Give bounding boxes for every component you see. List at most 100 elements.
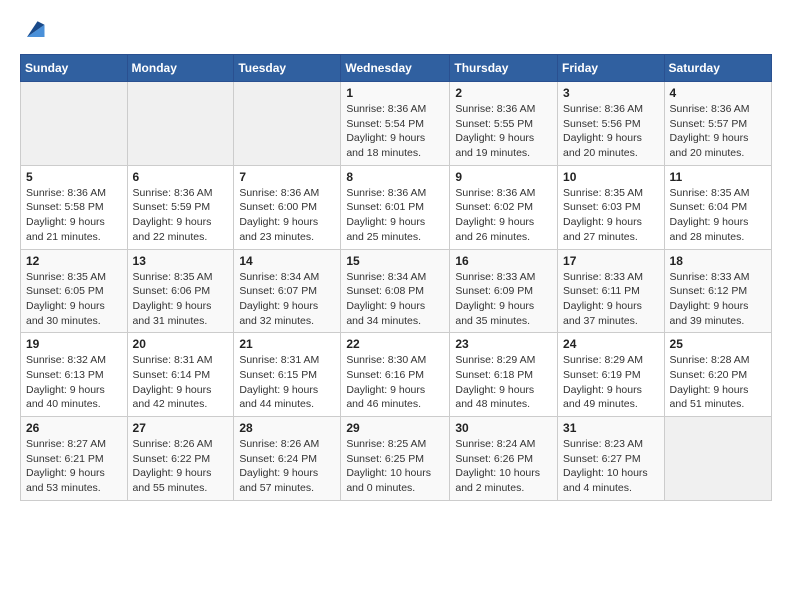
day-cell: 29Sunrise: 8:25 AM Sunset: 6:25 PM Dayli… bbox=[341, 417, 450, 501]
day-info: Sunrise: 8:35 AM Sunset: 6:03 PM Dayligh… bbox=[563, 186, 659, 245]
day-number: 4 bbox=[670, 86, 766, 100]
day-cell: 1 Sunrise: 8:36 AM Sunset: 5:54 PM Daylig… bbox=[341, 82, 450, 166]
day-cell: 27Sunrise: 8:26 AM Sunset: 6:22 PM Dayli… bbox=[127, 417, 234, 501]
day-cell: 6 Sunrise: 8:36 AM Sunset: 5:59 PM Daylig… bbox=[127, 165, 234, 249]
week-row-3: 19 Sunrise: 8:32 AM Sunset: 6:13 PM Dayli… bbox=[21, 333, 772, 417]
day-info: Sunrise: 8:35 AM Sunset: 6:04 PM Dayligh… bbox=[670, 186, 766, 245]
header-thursday: Thursday bbox=[450, 55, 558, 82]
day-info: Sunrise: 8:36 AM Sunset: 5:55 PM Dayligh… bbox=[455, 102, 552, 161]
page: SundayMondayTuesdayWednesdayThursdayFrid… bbox=[0, 0, 792, 517]
day-info: Sunrise: 8:36 AM Sunset: 5:54 PM Dayligh… bbox=[346, 102, 444, 161]
day-cell: 20 Sunrise: 8:31 AM Sunset: 6:14 PM Dayli… bbox=[127, 333, 234, 417]
day-cell: 3Sunrise: 8:36 AM Sunset: 5:56 PM Daylig… bbox=[558, 82, 665, 166]
day-number: 6 bbox=[133, 170, 229, 184]
week-row-2: 12 Sunrise: 8:35 AM Sunset: 6:05 PM Dayli… bbox=[21, 249, 772, 333]
day-number: 15 bbox=[346, 254, 444, 268]
day-info: Sunrise: 8:33 AM Sunset: 6:12 PM Dayligh… bbox=[670, 270, 766, 329]
day-number: 13 bbox=[133, 254, 229, 268]
day-number: 12 bbox=[26, 254, 122, 268]
day-number: 17 bbox=[563, 254, 659, 268]
day-cell: 22Sunrise: 8:30 AM Sunset: 6:16 PM Dayli… bbox=[341, 333, 450, 417]
day-number: 18 bbox=[670, 254, 766, 268]
day-info: Sunrise: 8:36 AM Sunset: 6:02 PM Dayligh… bbox=[455, 186, 552, 245]
day-cell bbox=[664, 417, 771, 501]
day-info: Sunrise: 8:32 AM Sunset: 6:13 PM Dayligh… bbox=[26, 353, 122, 412]
day-info: Sunrise: 8:35 AM Sunset: 6:06 PM Dayligh… bbox=[133, 270, 229, 329]
day-info: Sunrise: 8:29 AM Sunset: 6:19 PM Dayligh… bbox=[563, 353, 659, 412]
day-info: Sunrise: 8:36 AM Sunset: 5:58 PM Dayligh… bbox=[26, 186, 122, 245]
day-info: Sunrise: 8:27 AM Sunset: 6:21 PM Dayligh… bbox=[26, 437, 122, 496]
day-cell: 9 Sunrise: 8:36 AM Sunset: 6:02 PM Daylig… bbox=[450, 165, 558, 249]
day-number: 14 bbox=[239, 254, 335, 268]
day-info: Sunrise: 8:23 AM Sunset: 6:27 PM Dayligh… bbox=[563, 437, 659, 496]
day-info: Sunrise: 8:35 AM Sunset: 6:05 PM Dayligh… bbox=[26, 270, 122, 329]
day-info: Sunrise: 8:29 AM Sunset: 6:18 PM Dayligh… bbox=[455, 353, 552, 412]
day-cell: 5 Sunrise: 8:36 AM Sunset: 5:58 PM Daylig… bbox=[21, 165, 128, 249]
header-friday: Friday bbox=[558, 55, 665, 82]
day-number: 19 bbox=[26, 337, 122, 351]
day-cell: 14Sunrise: 8:34 AM Sunset: 6:07 PM Dayli… bbox=[234, 249, 341, 333]
day-number: 11 bbox=[670, 170, 766, 184]
header-row: SundayMondayTuesdayWednesdayThursdayFrid… bbox=[21, 55, 772, 82]
day-cell: 15 Sunrise: 8:34 AM Sunset: 6:08 PM Dayli… bbox=[341, 249, 450, 333]
header-wednesday: Wednesday bbox=[341, 55, 450, 82]
day-cell: 4 Sunrise: 8:36 AM Sunset: 5:57 PM Daylig… bbox=[664, 82, 771, 166]
day-cell: 25 Sunrise: 8:28 AM Sunset: 6:20 PM Dayli… bbox=[664, 333, 771, 417]
day-cell: 19 Sunrise: 8:32 AM Sunset: 6:13 PM Dayli… bbox=[21, 333, 128, 417]
header-saturday: Saturday bbox=[664, 55, 771, 82]
day-info: Sunrise: 8:36 AM Sunset: 6:01 PM Dayligh… bbox=[346, 186, 444, 245]
day-number: 7 bbox=[239, 170, 335, 184]
day-info: Sunrise: 8:25 AM Sunset: 6:25 PM Dayligh… bbox=[346, 437, 444, 496]
day-number: 31 bbox=[563, 421, 659, 435]
day-cell: 10 Sunrise: 8:35 AM Sunset: 6:03 PM Dayli… bbox=[558, 165, 665, 249]
header bbox=[20, 16, 772, 44]
day-number: 1 bbox=[346, 86, 444, 100]
day-cell: 23Sunrise: 8:29 AM Sunset: 6:18 PM Dayli… bbox=[450, 333, 558, 417]
header-monday: Monday bbox=[127, 55, 234, 82]
day-cell: 11 Sunrise: 8:35 AM Sunset: 6:04 PM Dayli… bbox=[664, 165, 771, 249]
day-cell: 24 Sunrise: 8:29 AM Sunset: 6:19 PM Dayli… bbox=[558, 333, 665, 417]
day-info: Sunrise: 8:31 AM Sunset: 6:15 PM Dayligh… bbox=[239, 353, 335, 412]
day-number: 27 bbox=[133, 421, 229, 435]
day-info: Sunrise: 8:36 AM Sunset: 5:57 PM Dayligh… bbox=[670, 102, 766, 161]
day-info: Sunrise: 8:31 AM Sunset: 6:14 PM Dayligh… bbox=[133, 353, 229, 412]
day-number: 24 bbox=[563, 337, 659, 351]
week-row-4: 26 Sunrise: 8:27 AM Sunset: 6:21 PM Dayli… bbox=[21, 417, 772, 501]
day-number: 2 bbox=[455, 86, 552, 100]
day-number: 20 bbox=[133, 337, 229, 351]
day-cell bbox=[21, 82, 128, 166]
header-sunday: Sunday bbox=[21, 55, 128, 82]
day-number: 10 bbox=[563, 170, 659, 184]
day-cell: 16Sunrise: 8:33 AM Sunset: 6:09 PM Dayli… bbox=[450, 249, 558, 333]
day-info: Sunrise: 8:34 AM Sunset: 6:08 PM Dayligh… bbox=[346, 270, 444, 329]
day-cell: 13 Sunrise: 8:35 AM Sunset: 6:06 PM Dayli… bbox=[127, 249, 234, 333]
day-info: Sunrise: 8:33 AM Sunset: 6:11 PM Dayligh… bbox=[563, 270, 659, 329]
day-number: 30 bbox=[455, 421, 552, 435]
day-number: 21 bbox=[239, 337, 335, 351]
day-info: Sunrise: 8:36 AM Sunset: 5:59 PM Dayligh… bbox=[133, 186, 229, 245]
day-cell bbox=[234, 82, 341, 166]
day-cell: 2 Sunrise: 8:36 AM Sunset: 5:55 PM Daylig… bbox=[450, 82, 558, 166]
logo bbox=[20, 16, 52, 44]
week-row-0: 1 Sunrise: 8:36 AM Sunset: 5:54 PM Daylig… bbox=[21, 82, 772, 166]
day-info: Sunrise: 8:24 AM Sunset: 6:26 PM Dayligh… bbox=[455, 437, 552, 496]
day-cell: 30 Sunrise: 8:24 AM Sunset: 6:26 PM Dayli… bbox=[450, 417, 558, 501]
day-cell: 17 Sunrise: 8:33 AM Sunset: 6:11 PM Dayli… bbox=[558, 249, 665, 333]
day-cell: 21 Sunrise: 8:31 AM Sunset: 6:15 PM Dayli… bbox=[234, 333, 341, 417]
day-cell: 8 Sunrise: 8:36 AM Sunset: 6:01 PM Daylig… bbox=[341, 165, 450, 249]
day-number: 28 bbox=[239, 421, 335, 435]
week-row-1: 5 Sunrise: 8:36 AM Sunset: 5:58 PM Daylig… bbox=[21, 165, 772, 249]
day-number: 8 bbox=[346, 170, 444, 184]
day-number: 5 bbox=[26, 170, 122, 184]
day-cell: 31 Sunrise: 8:23 AM Sunset: 6:27 PM Dayli… bbox=[558, 417, 665, 501]
header-tuesday: Tuesday bbox=[234, 55, 341, 82]
day-info: Sunrise: 8:28 AM Sunset: 6:20 PM Dayligh… bbox=[670, 353, 766, 412]
day-cell: 18 Sunrise: 8:33 AM Sunset: 6:12 PM Dayli… bbox=[664, 249, 771, 333]
logo-icon bbox=[20, 16, 48, 44]
day-info: Sunrise: 8:36 AM Sunset: 5:56 PM Dayligh… bbox=[563, 102, 659, 161]
day-number: 25 bbox=[670, 337, 766, 351]
day-number: 9 bbox=[455, 170, 552, 184]
day-info: Sunrise: 8:30 AM Sunset: 6:16 PM Dayligh… bbox=[346, 353, 444, 412]
day-number: 16 bbox=[455, 254, 552, 268]
day-number: 26 bbox=[26, 421, 122, 435]
